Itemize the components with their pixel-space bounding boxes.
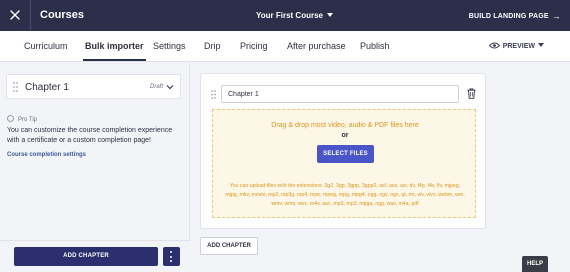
chapter-name: Chapter 1 — [25, 82, 69, 93]
course-completion-settings-link[interactable]: Course completion settings — [7, 152, 86, 158]
tab-drip[interactable]: Drip — [204, 41, 221, 51]
course-selector-label: Your First Course — [256, 11, 323, 20]
chapter-editor-card: Drag & drop most video, audio & PDF file… — [200, 73, 486, 229]
tab-settings[interactable]: Settings — [153, 41, 186, 51]
more-options-button[interactable] — [163, 247, 180, 266]
protip-heading: Pro Tip — [7, 115, 37, 123]
protip-text: You can customize the course completion … — [7, 127, 173, 144]
tab-after-purchase[interactable]: After purchase — [287, 41, 346, 51]
allowed-extensions-text: You can upload files with the extensions… — [225, 183, 465, 207]
dropzone-instructions: Drag & drop most video, audio & PDF file… — [271, 122, 419, 129]
eye-icon — [488, 42, 500, 49]
caret-down-icon — [538, 43, 544, 47]
trash-icon[interactable] — [467, 88, 476, 99]
status-badge: Draft — [150, 84, 164, 90]
build-landing-page-button[interactable]: BUILD LANDING PAGE → — [469, 11, 561, 21]
chevron-down-icon[interactable] — [166, 83, 174, 91]
tab-pricing[interactable]: Pricing — [240, 41, 268, 51]
tab-bulk-importer[interactable]: Bulk importer — [83, 41, 146, 61]
tab-curriculum[interactable]: Curriculum — [24, 41, 68, 51]
course-selector[interactable]: Your First Course — [256, 11, 333, 20]
close-icon[interactable] — [9, 9, 21, 21]
top-bar-divider — [30, 0, 31, 31]
top-bar: Courses Your First Course BUILD LANDING … — [0, 0, 570, 31]
dropzone-or: or — [341, 132, 349, 139]
chapter-title-input[interactable] — [221, 85, 459, 103]
lightbulb-icon — [7, 115, 14, 122]
more-vertical-icon — [170, 251, 172, 253]
preview-label: PREVIEW — [502, 43, 535, 50]
tabs-bar: Curriculum Bulk importer Settings Drip P… — [0, 31, 570, 62]
select-files-button[interactable]: SELECT FILES — [317, 145, 374, 163]
file-dropzone[interactable]: Drag & drop most video, audio & PDF file… — [212, 109, 476, 218]
tab-publish[interactable]: Publish — [360, 41, 390, 51]
build-landing-page-label: BUILD LANDING PAGE — [468, 13, 549, 20]
app-title: Courses — [40, 9, 85, 21]
sidebar-footer: ADD CHAPTER — [0, 240, 190, 272]
preview-button[interactable]: PREVIEW — [488, 42, 544, 50]
add-chapter-button[interactable]: ADD CHAPTER — [14, 247, 158, 266]
caret-down-icon — [326, 13, 333, 17]
chapter-card[interactable]: Chapter 1 Draft — [6, 74, 181, 99]
add-chapter-secondary-button[interactable]: ADD CHAPTER — [200, 237, 258, 255]
arrow-right-icon: → — [551, 11, 561, 21]
drag-handle-icon[interactable] — [211, 90, 216, 99]
protip-heading-label: Pro Tip — [18, 117, 38, 123]
drag-handle-icon[interactable] — [13, 82, 18, 92]
sidebar: Chapter 1 Draft Pro Tip You can customiz… — [0, 62, 190, 272]
help-button[interactable]: HELP — [522, 256, 548, 272]
